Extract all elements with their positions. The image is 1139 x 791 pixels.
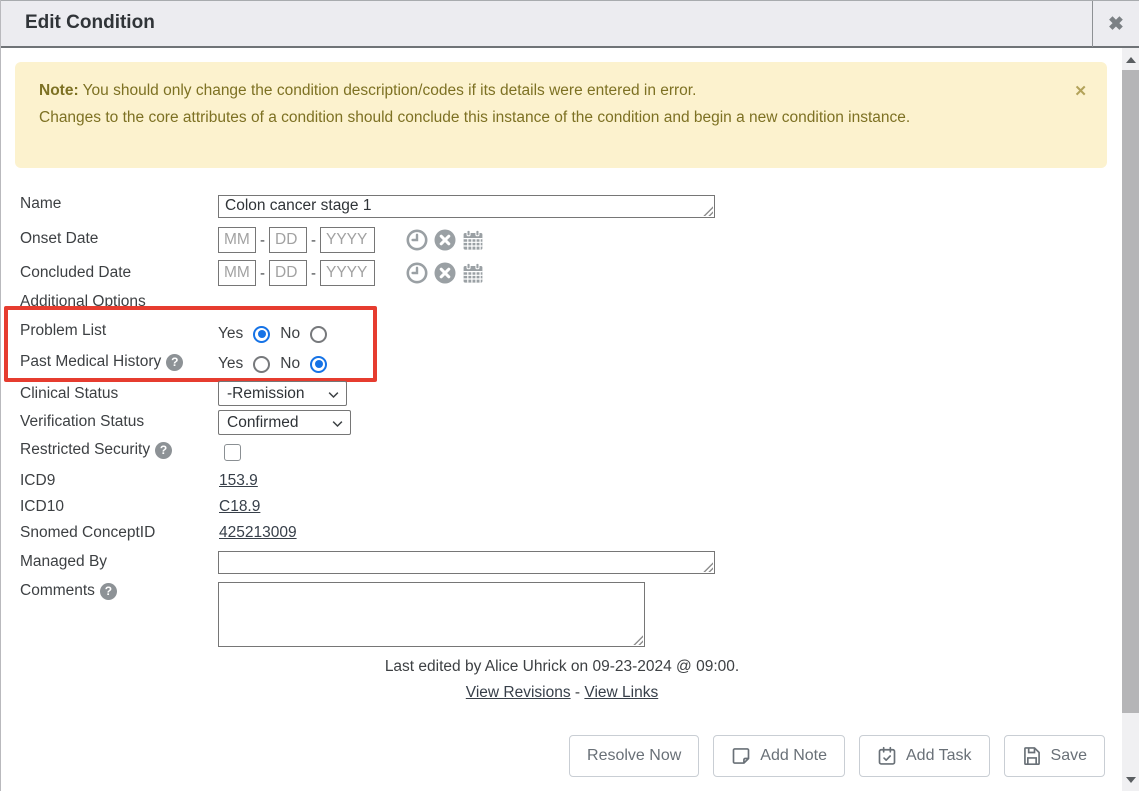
dialog-header: Edit Condition ✖ <box>1 0 1139 48</box>
icd10-code-link[interactable]: C18.9 <box>219 498 260 516</box>
icd10-label: ICD10 <box>20 498 64 516</box>
calendar-icon[interactable] <box>461 261 485 285</box>
verification-status-value: Confirmed <box>227 414 299 432</box>
name-field-wrap: Colon cancer stage 1 <box>218 195 715 218</box>
help-icon[interactable]: ? <box>100 583 117 600</box>
resolve-now-label: Resolve Now <box>587 747 681 765</box>
dismiss-warning-icon[interactable]: ✕ <box>1074 78 1087 105</box>
calendar-icon[interactable] <box>461 228 485 252</box>
close-button[interactable]: ✖ <box>1092 1 1139 47</box>
comments-input[interactable] <box>218 582 645 647</box>
verification-status-label: Verification Status <box>20 413 144 431</box>
chevron-down-icon <box>330 416 345 431</box>
name-input[interactable]: Colon cancer stage 1 <box>218 195 715 218</box>
onset-year-input[interactable] <box>320 227 375 253</box>
date-dash: - <box>260 265 265 282</box>
problem-list-no-label: No <box>280 325 300 343</box>
warning-banner: Note: You should only change the conditi… <box>15 62 1107 168</box>
dialog-title: Edit Condition <box>25 12 155 34</box>
name-label: Name <box>20 195 61 213</box>
date-dash: - <box>311 265 316 282</box>
onset-date-label: Onset Date <box>20 230 98 248</box>
concluded-date-label: Concluded Date <box>20 264 131 282</box>
comments-label: Comments ? <box>20 582 117 600</box>
scroll-down-icon <box>1126 777 1136 783</box>
onset-date-row: - - <box>218 227 485 253</box>
scroll-up-button[interactable] <box>1122 51 1139 68</box>
chevron-down-icon <box>326 387 341 402</box>
pmh-no-radio[interactable] <box>310 356 327 373</box>
clock-icon[interactable] <box>405 228 429 252</box>
add-note-button[interactable]: Add Note <box>713 735 845 777</box>
add-note-label: Add Note <box>760 747 827 765</box>
restricted-security-checkbox[interactable] <box>224 444 241 461</box>
clear-circle-icon[interactable] <box>433 261 457 285</box>
onset-date-icons <box>405 228 485 252</box>
date-dash: - <box>260 232 265 249</box>
past-medical-history-radio-group: Yes No <box>218 355 327 373</box>
last-edited-text: Last edited by Alice Uhrick on 09-23-202… <box>1 658 1123 676</box>
restricted-security-label: Restricted Security ? <box>20 441 172 459</box>
date-dash: - <box>311 232 316 249</box>
resolve-now-button[interactable]: Resolve Now <box>569 735 699 777</box>
calendar-check-icon <box>877 746 897 766</box>
save-label: Save <box>1051 747 1087 765</box>
save-icon <box>1022 746 1042 766</box>
footer-links-separator: - <box>575 684 580 701</box>
onset-day-input[interactable] <box>269 227 307 253</box>
concluded-year-input[interactable] <box>320 260 375 286</box>
problem-list-radio-group: Yes No <box>218 325 327 343</box>
snomed-code-link[interactable]: 425213009 <box>219 524 297 542</box>
verification-status-select[interactable]: Confirmed <box>218 410 351 435</box>
onset-month-input[interactable] <box>218 227 256 253</box>
scroll-down-button[interactable] <box>1122 771 1139 788</box>
pmh-yes-radio[interactable] <box>253 356 270 373</box>
footer-links: View Revisions - View Links <box>1 684 1123 702</box>
save-button[interactable]: Save <box>1004 735 1105 777</box>
warning-label: Note: <box>39 82 79 99</box>
add-task-label: Add Task <box>906 747 972 765</box>
past-medical-history-label: Past Medical History ? <box>20 353 183 371</box>
problem-list-no-radio[interactable] <box>310 326 327 343</box>
icd9-label: ICD9 <box>20 472 55 490</box>
icd9-code-link[interactable]: 153.9 <box>219 472 258 490</box>
clinical-status-label: Clinical Status <box>20 385 118 403</box>
clinical-status-value: -Remission <box>227 385 305 403</box>
add-task-button[interactable]: Add Task <box>859 735 990 777</box>
concluded-date-row: - - <box>218 260 485 286</box>
managed-by-input[interactable] <box>218 551 715 574</box>
comments-field-wrap <box>218 582 645 647</box>
action-button-bar: Resolve Now Add Note Add Task Save <box>569 735 1105 777</box>
pmh-yes-label: Yes <box>218 355 243 373</box>
additional-options-link[interactable]: Additional Options <box>20 293 146 311</box>
vertical-scrollbar[interactable] <box>1122 48 1139 791</box>
managed-by-field-wrap <box>218 551 715 574</box>
scrollbar-thumb[interactable] <box>1122 70 1139 713</box>
problem-list-yes-radio[interactable] <box>253 326 270 343</box>
problem-list-label: Problem List <box>20 322 106 340</box>
clinical-status-select[interactable]: -Remission <box>218 381 347 406</box>
snomed-label: Snomed ConceptID <box>20 524 155 542</box>
problem-list-yes-label: Yes <box>218 325 243 343</box>
close-icon: ✖ <box>1108 13 1124 36</box>
managed-by-label: Managed By <box>20 553 107 571</box>
note-icon <box>731 746 751 766</box>
pmh-no-label: No <box>280 355 300 373</box>
view-revisions-link[interactable]: View Revisions <box>466 684 571 701</box>
edit-condition-dialog: Edit Condition ✖ Note: You should only c… <box>0 0 1139 791</box>
view-links-link[interactable]: View Links <box>584 684 658 701</box>
warning-line1: Note: You should only change the conditi… <box>39 77 1063 104</box>
concluded-month-input[interactable] <box>218 260 256 286</box>
warning-line2: Changes to the core attributes of a cond… <box>39 104 1063 131</box>
scroll-up-icon <box>1126 57 1136 63</box>
clear-circle-icon[interactable] <box>433 228 457 252</box>
concluded-day-input[interactable] <box>269 260 307 286</box>
concluded-date-icons <box>405 261 485 285</box>
clock-icon[interactable] <box>405 261 429 285</box>
help-icon[interactable]: ? <box>166 354 183 371</box>
help-icon[interactable]: ? <box>155 442 172 459</box>
